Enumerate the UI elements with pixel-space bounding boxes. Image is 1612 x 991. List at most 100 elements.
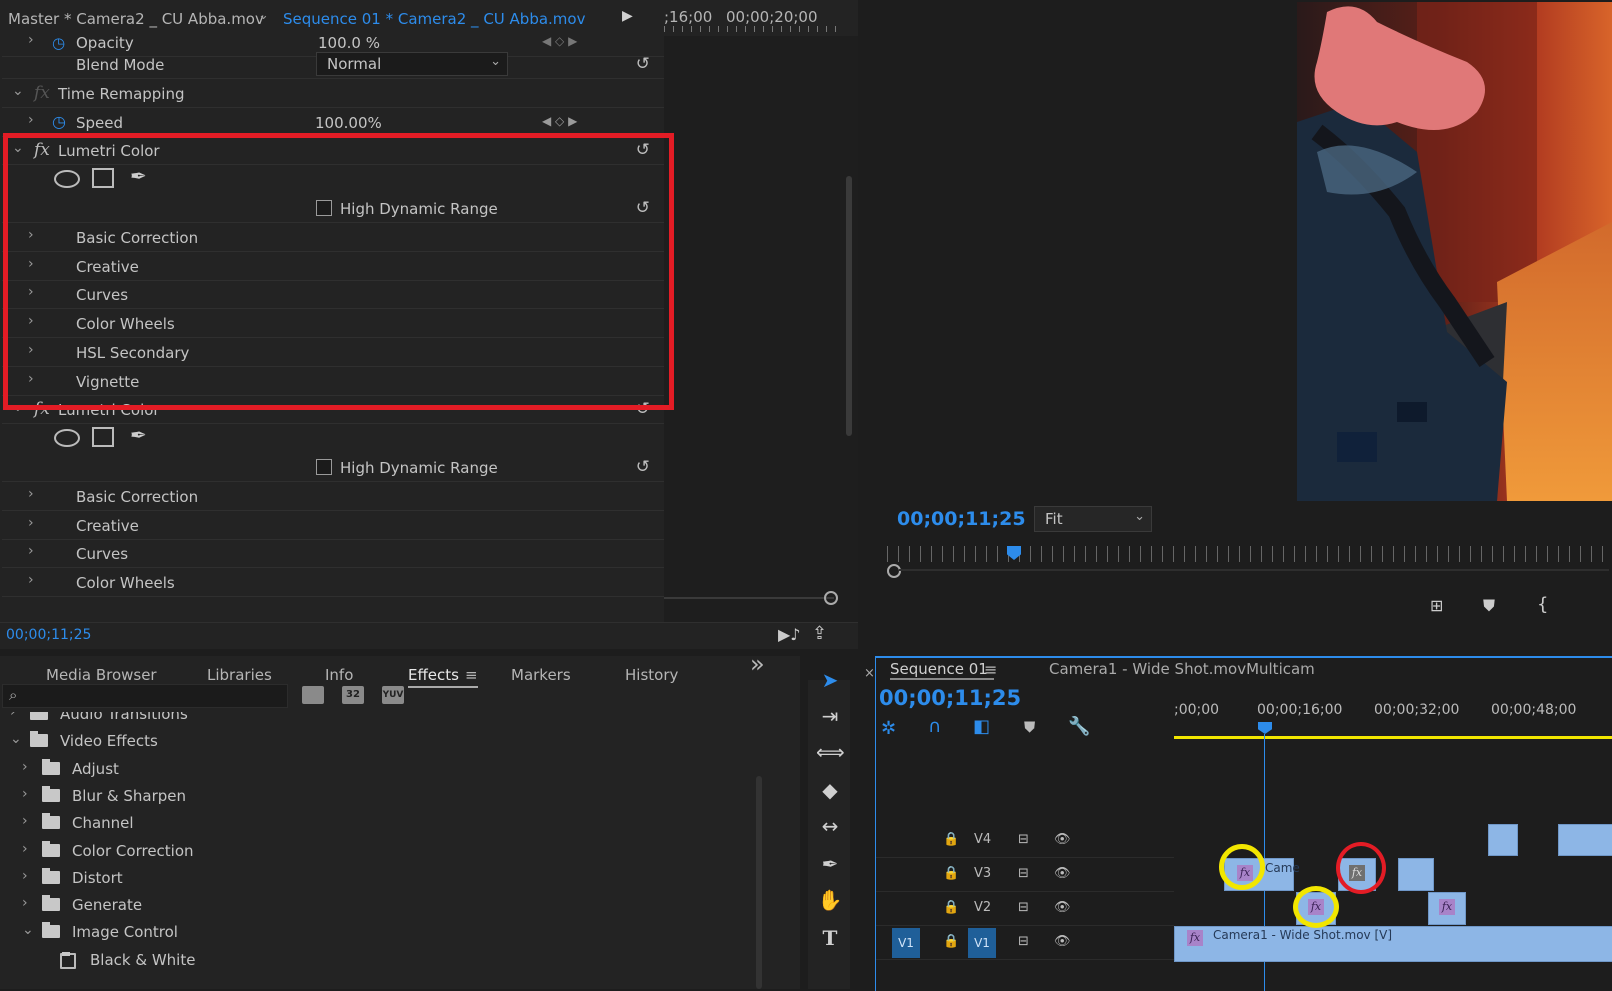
clip-v4-a[interactable]: [1488, 824, 1518, 856]
chevron-right-icon[interactable]: ›: [22, 868, 28, 884]
track-name[interactable]: V3: [974, 866, 991, 881]
chevron-right-icon[interactable]: ›: [22, 759, 28, 775]
tab-markers[interactable]: Markers: [511, 666, 571, 684]
lock-icon[interactable]: 🔒: [943, 900, 959, 915]
effects-search-input[interactable]: ⌕: [2, 684, 288, 708]
fx-badge-icon[interactable]: fx: [1187, 930, 1203, 946]
chevron-right-icon[interactable]: ›: [22, 841, 28, 857]
timeline-timecode[interactable]: 00;00;11;25: [879, 686, 1021, 710]
chevron-right-icon[interactable]: ›: [28, 515, 34, 531]
effects-tree-item[interactable]: › Color Correction: [0, 837, 780, 865]
chevron-right-icon[interactable]: ›: [10, 712, 16, 720]
ellipse-mask-icon[interactable]: [54, 429, 80, 447]
32bit-effects-icon[interactable]: 32: [342, 686, 364, 704]
hdr-checkbox[interactable]: [316, 459, 332, 475]
chevron-down-icon[interactable]: ⌄: [10, 731, 22, 747]
timeline-ruler[interactable]: ;00;00 00;00;16;00 00;00;32;00 00;00;48;…: [1174, 702, 1612, 739]
sync-lock-icon[interactable]: ⊟: [1018, 832, 1029, 847]
compare-view-icon[interactable]: ⊞: [1430, 596, 1443, 615]
rectangle-mask-icon[interactable]: [92, 427, 114, 447]
monitor-zoom-bar[interactable]: [899, 569, 1609, 571]
hand-tool-icon[interactable]: ✋: [816, 886, 844, 914]
vertical-scrollbar[interactable]: [846, 176, 852, 436]
track-name[interactable]: V1: [968, 928, 996, 958]
chevron-right-icon[interactable]: ›: [22, 895, 28, 911]
effects-tree-item[interactable]: › Distort: [0, 864, 780, 892]
lumetri-section-row[interactable]: › Curves: [2, 539, 664, 569]
tab-sequence-01[interactable]: Sequence 01: [890, 652, 988, 678]
effects-tree-item[interactable]: Black & White: [0, 946, 780, 974]
lock-icon[interactable]: 🔒: [943, 832, 959, 847]
linked-selection-icon[interactable]: ∩: [928, 716, 941, 737]
zoom-handle[interactable]: [887, 564, 901, 578]
slip-tool-icon[interactable]: ↔: [816, 812, 844, 840]
lumetri-section-row[interactable]: › Basic Correction: [2, 482, 664, 511]
tab-info[interactable]: Info: [325, 666, 353, 684]
tab-history[interactable]: History: [625, 666, 678, 684]
snap-icon[interactable]: ✲: [881, 718, 896, 739]
speed-value[interactable]: 100.00%: [315, 114, 382, 132]
track-name[interactable]: V4: [974, 832, 991, 847]
source-patch[interactable]: V1: [892, 928, 920, 958]
export-icon[interactable]: ⇪: [812, 623, 827, 644]
chevron-down-icon[interactable]: ⌄: [12, 83, 24, 99]
eye-icon[interactable]: 👁: [1054, 934, 1071, 949]
effects-tree-item[interactable]: ⌄ Video Effects: [0, 727, 780, 755]
tab-multicam[interactable]: Camera1 - Wide Shot.movMulticam: [1049, 660, 1315, 678]
keyframe-area[interactable]: [648, 36, 858, 622]
chevron-right-icon[interactable]: ›: [28, 32, 34, 48]
tab-libraries[interactable]: Libraries: [207, 666, 272, 684]
tab-master-clip[interactable]: Master * Camera2 _ CU Abba.mov: [8, 10, 264, 28]
zoom-handle-right[interactable]: [824, 591, 838, 605]
keyframe-nav-icon[interactable]: ◀ ◇ ▶: [542, 114, 577, 128]
panel-menu-icon[interactable]: ≡: [465, 666, 478, 684]
program-timecode[interactable]: 00;00;11;25: [897, 508, 1026, 530]
clip-v2-b[interactable]: fx: [1428, 892, 1466, 925]
play-only-icon[interactable]: ▶: [622, 8, 633, 24]
chevron-right-icon[interactable]: ›: [22, 786, 28, 802]
marker-icon[interactable]: ⛊: [1024, 718, 1035, 736]
chevron-right-icon[interactable]: ›: [28, 112, 34, 128]
keyframe-nav-icon[interactable]: ◀ ◇ ▶: [542, 34, 577, 48]
tab-effects[interactable]: Effects: [408, 666, 459, 684]
ripple-edit-tool-icon[interactable]: ⟺: [816, 738, 845, 766]
panel-menu-icon[interactable]: ≡: [984, 660, 997, 679]
yuv-effects-icon[interactable]: YUV: [382, 686, 404, 704]
chevron-down-icon[interactable]: ⌄: [258, 8, 269, 23]
work-area-bar[interactable]: [1174, 736, 1612, 739]
tab-media-browser[interactable]: Media Browser: [46, 666, 157, 684]
selection-tool-icon[interactable]: ➤: [816, 666, 844, 694]
tab-sequence-clip[interactable]: Sequence 01 * Camera2 _ CU Abba.mov: [283, 10, 585, 28]
effects-tree-item[interactable]: › Blur & Sharpen: [0, 782, 780, 810]
chevron-right-icon[interactable]: ›: [28, 572, 34, 588]
fx-badge-icon[interactable]: fx: [1439, 899, 1455, 915]
sync-lock-icon[interactable]: ⊟: [1018, 934, 1029, 949]
lock-icon[interactable]: 🔒: [943, 934, 959, 949]
lumetri-section-row[interactable]: › Creative: [2, 511, 664, 540]
sync-lock-icon[interactable]: ⊟: [1018, 866, 1029, 881]
effects-tree-item[interactable]: › Generate: [0, 891, 780, 919]
effects-tree-item[interactable]: › Adjust: [0, 755, 780, 783]
effect-controls-timecode[interactable]: 00;00;11;25: [6, 627, 91, 643]
add-marker-icon[interactable]: ⛊: [1483, 596, 1495, 616]
track-name[interactable]: V2: [974, 900, 991, 915]
effects-tree-item[interactable]: › Audio Transitions: [0, 712, 780, 728]
stopwatch-icon[interactable]: ◷: [52, 112, 66, 131]
sync-lock-icon[interactable]: ⊟: [1018, 900, 1029, 915]
fx-icon[interactable]: fx: [34, 83, 50, 103]
clip-v1[interactable]: fx Camera1 - Wide Shot.mov [V]: [1174, 926, 1612, 962]
mark-in-icon[interactable]: {: [1537, 594, 1548, 615]
track-select-tool-icon[interactable]: ⇥: [816, 702, 844, 730]
play-audio-icon[interactable]: ▶♪: [778, 625, 801, 644]
effects-scrollbar[interactable]: [756, 776, 762, 989]
clip-v4-b[interactable]: [1558, 824, 1612, 856]
effects-tree-item[interactable]: ⌄ Image Control: [0, 918, 780, 946]
reset-icon[interactable]: ↺: [636, 457, 650, 477]
eye-icon[interactable]: 👁: [1054, 900, 1071, 915]
razor-tool-icon[interactable]: ◆: [816, 776, 844, 804]
add-edit-icon[interactable]: ◧: [973, 716, 990, 737]
reset-icon[interactable]: ↺: [636, 54, 650, 74]
pen-mask-icon[interactable]: ✒: [130, 423, 147, 447]
chevron-right-icon[interactable]: ›: [22, 813, 28, 829]
wrench-icon[interactable]: 🔧: [1068, 716, 1090, 737]
